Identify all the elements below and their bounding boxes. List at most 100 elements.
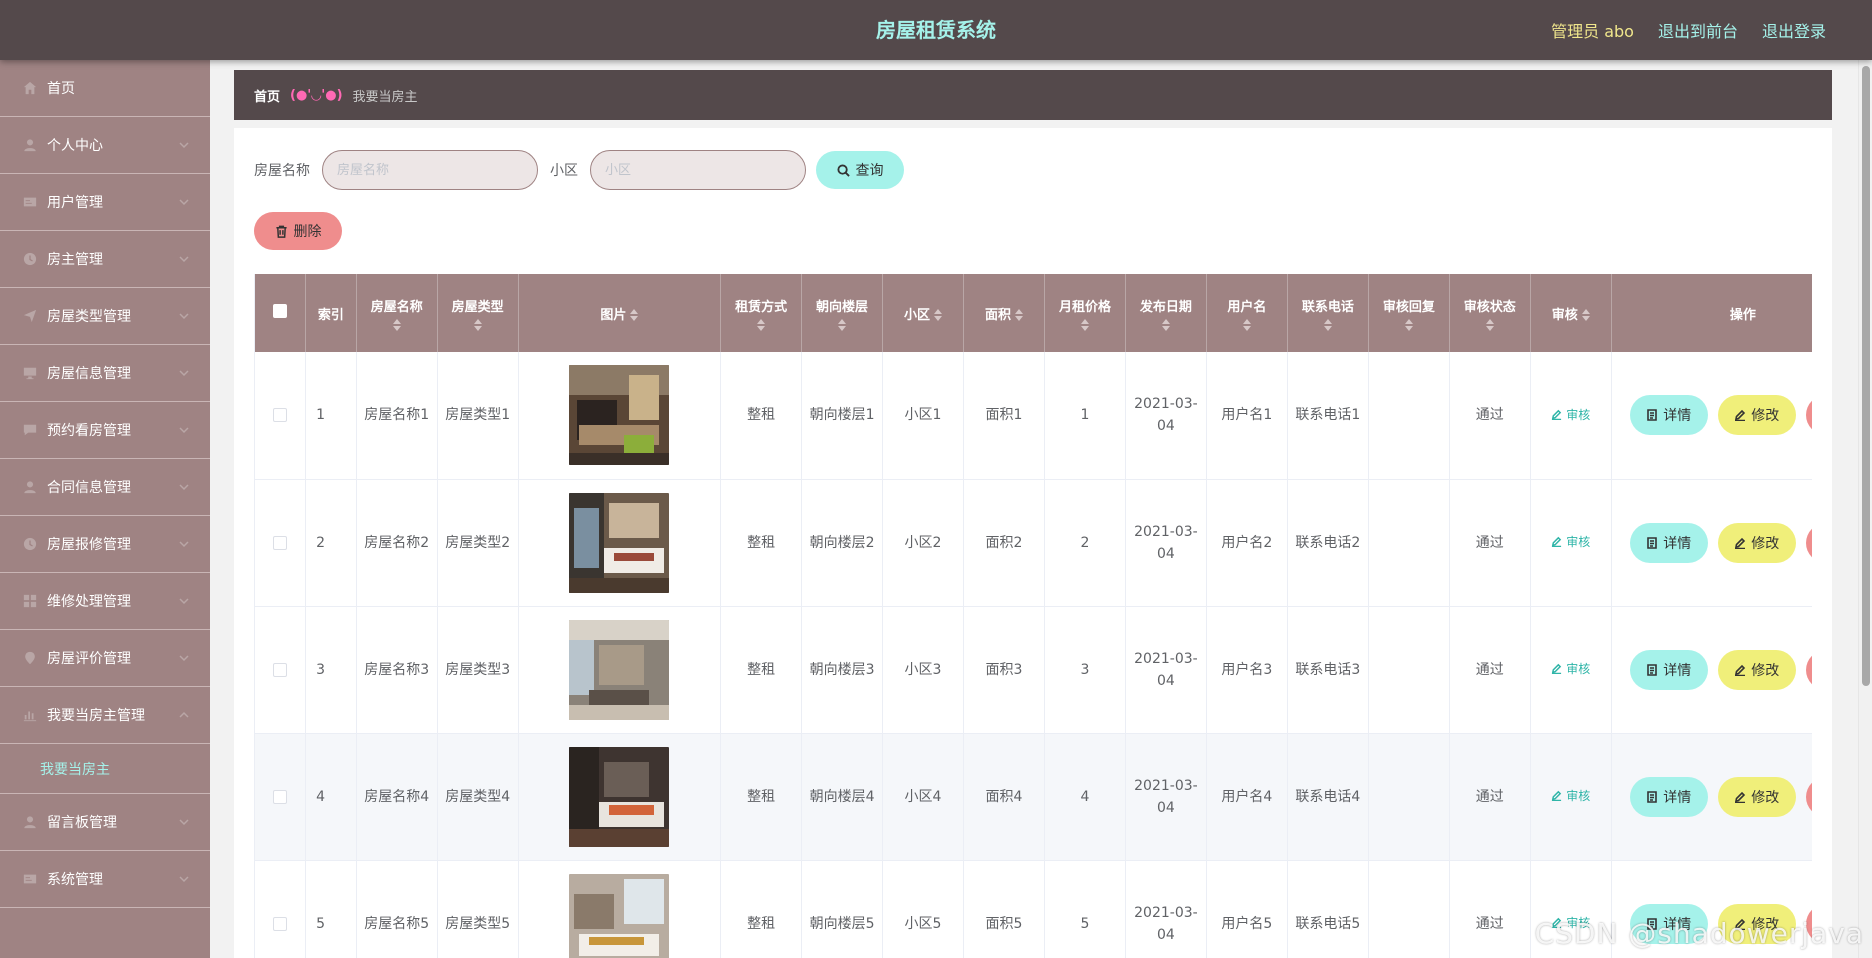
house-photo[interactable] — [569, 619, 670, 720]
column-header[interactable]: 小区 — [882, 274, 964, 352]
sort-icon[interactable] — [838, 318, 847, 331]
sidebar-item-system-management[interactable]: 系统管理 — [0, 851, 210, 908]
query-button[interactable]: 查询 — [816, 151, 904, 189]
sidebar-item-label: 预约看房管理 — [47, 423, 131, 439]
row-checkbox[interactable] — [273, 535, 288, 550]
audit-link[interactable]: 审核 — [1551, 912, 1590, 934]
delete-button[interactable]: 删除 — [1805, 776, 1812, 817]
sort-icon[interactable] — [934, 309, 943, 321]
row-checkbox[interactable] — [273, 408, 288, 423]
detail-button[interactable]: 详情 — [1629, 522, 1708, 563]
scrollbar-thumb[interactable] — [1862, 66, 1870, 686]
edit-button[interactable]: 修改 — [1717, 649, 1796, 690]
sidebar-item-contract-management[interactable]: 合同信息管理 — [0, 459, 210, 516]
cell-audit: 审核 — [1530, 733, 1612, 861]
audit-link[interactable]: 审核 — [1551, 404, 1590, 426]
delete-button[interactable]: 删除 — [1805, 649, 1812, 690]
detail-button[interactable]: 详情 — [1629, 395, 1708, 436]
sort-icon[interactable] — [1323, 318, 1332, 331]
column-header[interactable]: 房屋名称 — [356, 274, 438, 352]
sort-icon[interactable] — [1242, 318, 1251, 331]
detail-button[interactable]: 详情 — [1629, 903, 1708, 944]
row-checkbox[interactable] — [273, 916, 288, 931]
edit-button[interactable]: 修改 — [1717, 776, 1796, 817]
cell-community: 小区2 — [882, 479, 964, 607]
row-select-cell — [255, 606, 307, 734]
sidebar-item-viewing-appointment-management[interactable]: 预约看房管理 — [0, 402, 210, 459]
community-input[interactable] — [590, 150, 806, 190]
sort-icon[interactable] — [1485, 318, 1494, 331]
column-header[interactable]: 联系电话 — [1287, 274, 1369, 352]
detail-button[interactable]: 详情 — [1629, 649, 1708, 690]
row-select-cell — [255, 352, 307, 480]
sort-icon[interactable] — [1404, 318, 1413, 331]
select-all-checkbox[interactable] — [273, 304, 288, 318]
delete-button[interactable]: 删除 — [1805, 522, 1812, 563]
sidebar-item-become-landlord-management[interactable]: 我要当房主管理 — [0, 687, 210, 744]
column-header[interactable]: 月租价格 — [1044, 274, 1126, 352]
sidebar-subitem-become-landlord[interactable]: 我要当房主 — [0, 744, 210, 794]
house-photo[interactable] — [569, 873, 670, 958]
breadcrumb-separator: (●'◡'●) — [290, 87, 343, 103]
sidebar-item-house-type-management[interactable]: 房屋类型管理 — [0, 288, 210, 345]
sidebar-item-repair-handling-management[interactable]: 维修处理管理 — [0, 573, 210, 630]
cell-image — [518, 479, 722, 607]
edit-button[interactable]: 修改 — [1717, 395, 1796, 436]
audit-link[interactable]: 审核 — [1551, 658, 1590, 680]
breadcrumb-home[interactable]: 首页 — [254, 86, 280, 105]
sidebar-item-message-board-management[interactable]: 留言板管理 — [0, 794, 210, 851]
edit-button[interactable]: 修改 — [1717, 903, 1796, 944]
house-photo[interactable] — [569, 492, 670, 593]
edit-button[interactable]: 修改 — [1717, 522, 1796, 563]
sidebar: 首页 个人中心 用户管理 房主管理 房屋类型管理 房屋信息管理 预约看房管理 合… — [0, 60, 210, 958]
row-checkbox[interactable] — [273, 789, 288, 804]
sidebar-item-house-info-management[interactable]: 房屋信息管理 — [0, 345, 210, 402]
sidebar-item-personal-center[interactable]: 个人中心 — [0, 117, 210, 174]
sidebar-item-home[interactable]: 首页 — [0, 60, 210, 117]
page-scrollbar[interactable] — [1858, 60, 1872, 958]
audit-link[interactable]: 审核 — [1551, 531, 1590, 553]
sidebar-item-house-review-management[interactable]: 房屋评价管理 — [0, 630, 210, 687]
house-name-input[interactable] — [322, 150, 538, 190]
batch-delete-button[interactable]: 删除 — [254, 212, 342, 250]
row-checkbox[interactable] — [273, 662, 288, 677]
sort-icon[interactable] — [1014, 309, 1023, 321]
sort-icon[interactable] — [757, 318, 766, 331]
column-header[interactable]: 索引 — [305, 274, 357, 352]
column-header[interactable]: 租赁方式 — [720, 274, 803, 352]
monitor-icon — [23, 366, 37, 380]
exit-to-front-link[interactable]: 退出到前台 — [1658, 18, 1738, 42]
sidebar-item-user-management[interactable]: 用户管理 — [0, 174, 210, 231]
delete-button[interactable]: 删除 — [1805, 903, 1812, 944]
table-row: 2 房屋名称2 房屋类型2 整租 朝向楼层2 小区2 面积2 2 2021-03… — [255, 479, 1812, 607]
cell-index: 1 — [305, 352, 357, 480]
clock-icon — [23, 252, 37, 266]
delete-button[interactable]: 删除 — [1805, 395, 1812, 436]
sidebar-item-label: 留言板管理 — [47, 815, 117, 831]
sidebar-item-repair-request-management[interactable]: 房屋报修管理 — [0, 516, 210, 573]
sort-icon[interactable] — [1080, 318, 1089, 331]
house-photo[interactable] — [569, 746, 670, 847]
column-header[interactable]: 面积 — [963, 274, 1045, 352]
house-photo[interactable] — [569, 365, 670, 466]
sort-icon[interactable] — [392, 318, 401, 331]
chevron-down-icon — [178, 253, 190, 265]
cell-actions: 详情 修改 删除 — [1611, 606, 1812, 734]
sidebar-item-landlord-management[interactable]: 房主管理 — [0, 231, 210, 288]
column-header[interactable]: 审核回复 — [1368, 274, 1450, 352]
id-card-icon — [23, 195, 37, 209]
sort-icon[interactable] — [473, 318, 482, 331]
sort-icon[interactable] — [1161, 318, 1170, 331]
column-header[interactable]: 用户名 — [1206, 274, 1288, 352]
logout-link[interactable]: 退出登录 — [1762, 18, 1826, 42]
detail-button[interactable]: 详情 — [1629, 776, 1708, 817]
column-header[interactable]: 图片 — [518, 274, 722, 352]
column-header[interactable]: 房屋类型 — [437, 274, 519, 352]
sort-icon[interactable] — [1581, 309, 1590, 321]
column-header[interactable]: 发布日期 — [1125, 274, 1207, 352]
sort-icon[interactable] — [630, 309, 639, 321]
audit-link[interactable]: 审核 — [1551, 785, 1590, 807]
column-header[interactable]: 审核状态 — [1449, 274, 1531, 352]
column-header[interactable]: 朝向楼层 — [801, 274, 884, 352]
column-header[interactable]: 审核 — [1530, 274, 1612, 352]
